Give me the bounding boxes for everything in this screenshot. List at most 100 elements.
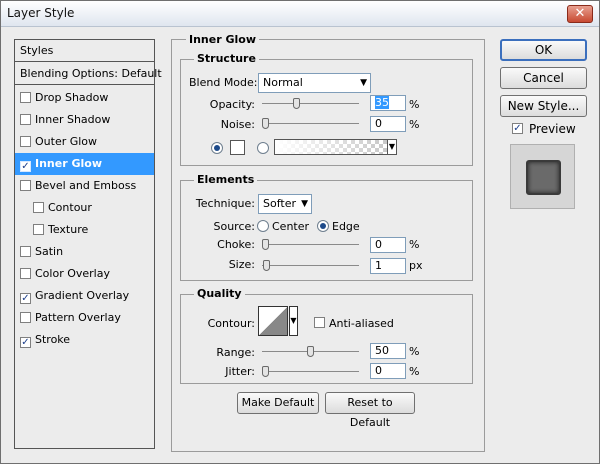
style-item-label: Contour <box>48 201 92 214</box>
noise-input[interactable]: 0 <box>370 116 406 132</box>
style-checkbox[interactable] <box>20 180 31 191</box>
contour-chevron-down-icon[interactable]: ▼ <box>289 306 298 336</box>
size-label: Size: <box>228 258 255 271</box>
jitter-input[interactable]: 0 <box>370 363 406 379</box>
style-checkbox[interactable] <box>20 312 31 323</box>
style-checkbox[interactable] <box>20 136 31 147</box>
style-checkbox[interactable] <box>33 224 44 235</box>
slider-track <box>262 123 359 124</box>
style-item-label: Texture <box>48 223 89 236</box>
style-item-label: Stroke <box>35 333 71 346</box>
slider-track <box>262 371 359 372</box>
style-item-contour[interactable]: Contour <box>15 197 154 219</box>
reset-default-button[interactable]: Reset to Default <box>325 392 415 429</box>
preview-box <box>510 144 575 209</box>
source-label: Source: <box>213 220 256 233</box>
opacity-label: Opacity: <box>209 98 255 111</box>
style-item-label: Pattern Overlay <box>35 311 121 324</box>
contour-picker[interactable] <box>258 306 288 336</box>
range-input[interactable]: 50 <box>370 343 406 359</box>
source-edge-radio[interactable] <box>317 220 329 232</box>
noise-label: Noise: <box>220 118 255 131</box>
preview-checkbox[interactable]: ✓ <box>512 123 523 134</box>
blending-options-item[interactable]: Blending Options: Default <box>15 63 162 85</box>
close-button[interactable]: ✕ <box>567 5 593 23</box>
gradient-radio[interactable] <box>257 142 269 154</box>
source-center-radio[interactable] <box>257 220 269 232</box>
opacity-input[interactable]: 35 <box>370 95 406 111</box>
styles-header[interactable]: Styles <box>15 40 154 62</box>
source-edge-label: Edge <box>332 220 360 233</box>
glow-color-swatch[interactable] <box>230 140 245 155</box>
style-item-drop-shadow[interactable]: Drop Shadow <box>15 87 154 109</box>
window-title: Layer Style <box>7 6 75 20</box>
slider-track <box>262 103 359 104</box>
style-item-label: Inner Shadow <box>35 113 111 126</box>
technique-select[interactable]: Softer ▼ <box>258 194 312 214</box>
range-label: Range: <box>216 346 255 359</box>
style-item-pattern-overlay[interactable]: Pattern Overlay <box>15 307 154 329</box>
choke-slider[interactable] <box>262 239 359 250</box>
style-checkbox[interactable]: ✓ <box>20 161 31 172</box>
make-default-button[interactable]: Make Default <box>237 392 319 414</box>
style-item-label: Inner Glow <box>35 157 102 170</box>
preview-thumbnail <box>526 160 561 195</box>
slider-track <box>262 244 359 245</box>
range-slider[interactable] <box>262 346 359 357</box>
style-checkbox[interactable] <box>20 268 31 279</box>
style-checkbox[interactable] <box>20 114 31 125</box>
style-item-stroke[interactable]: ✓ Stroke <box>15 329 154 351</box>
style-checkbox[interactable] <box>20 246 31 257</box>
new-style-button[interactable]: New Style... <box>500 95 587 117</box>
cancel-button[interactable]: Cancel <box>500 67 587 89</box>
preview-label: Preview <box>529 122 576 136</box>
opacity-slider[interactable] <box>262 98 359 109</box>
size-slider[interactable] <box>262 260 359 271</box>
opacity-unit: % <box>409 98 420 111</box>
opacity-value: 35 <box>375 96 389 109</box>
structure-title: Structure <box>194 52 259 65</box>
style-checkbox[interactable] <box>20 92 31 103</box>
slider-thumb[interactable] <box>307 346 314 357</box>
anti-aliased-label: Anti-aliased <box>329 317 394 330</box>
style-item-inner-glow[interactable]: ✓ Inner Glow <box>15 153 154 175</box>
slider-thumb[interactable] <box>262 366 269 377</box>
style-item-satin[interactable]: Satin <box>15 241 154 263</box>
style-item-inner-shadow[interactable]: Inner Shadow <box>15 109 154 131</box>
style-item-color-overlay[interactable]: Color Overlay <box>15 263 154 285</box>
ok-button[interactable]: OK <box>500 39 587 61</box>
style-item-label: Bevel and Emboss <box>35 179 137 192</box>
style-checkbox[interactable] <box>33 202 44 213</box>
blend-mode-select[interactable]: Normal ▼ <box>258 73 371 93</box>
style-item-texture[interactable]: Texture <box>15 219 154 241</box>
chevron-down-icon: ▼ <box>301 199 308 209</box>
inner-glow-title: Inner Glow <box>186 33 259 46</box>
noise-slider[interactable] <box>262 118 359 129</box>
style-item-gradient-overlay[interactable]: ✓ Gradient Overlay <box>15 285 154 307</box>
anti-aliased-checkbox[interactable] <box>314 317 325 328</box>
quality-title: Quality <box>194 287 245 300</box>
jitter-slider[interactable] <box>262 366 359 377</box>
title-bar[interactable]: Layer Style ✕ <box>1 1 599 27</box>
style-item-outer-glow[interactable]: Outer Glow <box>15 131 154 153</box>
gradient-chevron-down-icon[interactable]: ▼ <box>387 139 397 155</box>
size-unit: px <box>409 259 423 272</box>
elements-title: Elements <box>194 173 258 186</box>
blend-mode-label: Blend Mode: <box>189 76 258 89</box>
style-checkbox[interactable]: ✓ <box>20 293 31 304</box>
choke-input[interactable]: 0 <box>370 237 406 253</box>
slider-thumb[interactable] <box>262 239 269 250</box>
choke-unit: % <box>409 238 420 251</box>
color-radio[interactable] <box>211 142 223 154</box>
style-item-bevel-emboss[interactable]: Bevel and Emboss <box>15 175 154 197</box>
layer-style-dialog: Layer Style ✕ Styles Blending Options: D… <box>0 0 600 464</box>
styles-list: Styles Blending Options: Default Drop Sh… <box>14 39 162 449</box>
slider-thumb[interactable] <box>262 118 269 129</box>
size-input[interactable]: 1 <box>370 258 406 274</box>
slider-thumb[interactable] <box>293 98 300 109</box>
chevron-down-icon: ▼ <box>360 78 367 88</box>
glow-gradient-picker[interactable] <box>274 139 388 155</box>
style-checkbox[interactable]: ✓ <box>20 337 31 348</box>
style-item-label: Drop Shadow <box>35 91 109 104</box>
slider-thumb[interactable] <box>263 260 270 271</box>
